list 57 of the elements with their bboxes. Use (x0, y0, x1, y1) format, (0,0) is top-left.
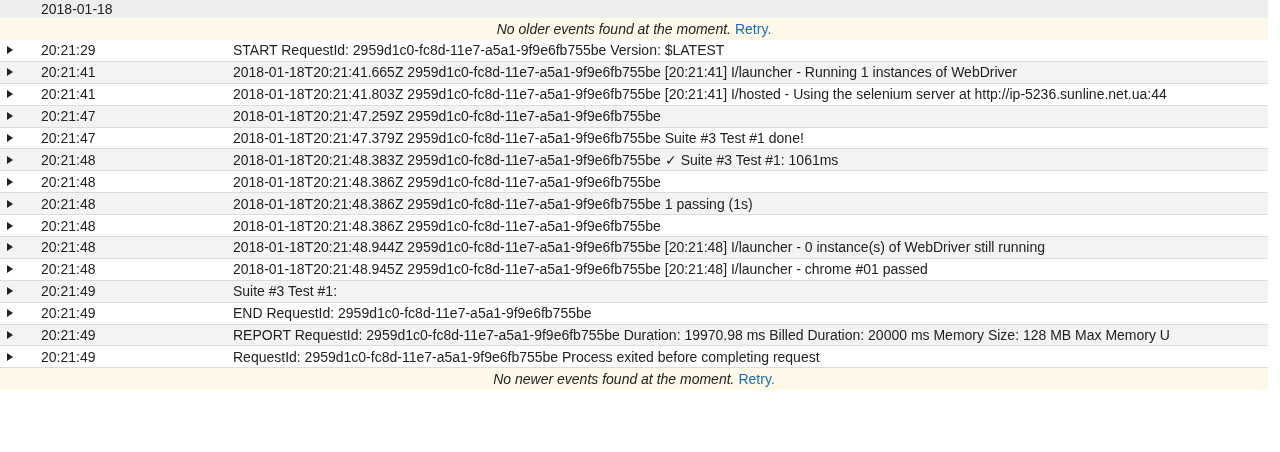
event-message: 2018-01-18T20:21:48.386Z 2959d1c0-fc8d-11e7-a5a1-9f9e6fb755be 1 passing (1s) (233, 195, 753, 212)
log-row[interactable]: 20:21:49 Suite #3 Test #1: (0, 280, 1268, 303)
event-message: 2018-01-18T20:21:48.386Z 2959d1c0-fc8d-11e7-a5a1-9f9e6fb755be (233, 217, 661, 234)
event-message: START RequestId: 2959d1c0-fc8d-11e7-a5a1-9f9e6fb755be Version: $LATEST (233, 42, 725, 59)
event-message: 2018-01-18T20:21:41.803Z 2959d1c0-fc8d-11e7-a5a1-9f9e6fb755be [20:21:41] I/hosted - Using the selenium server at http://ip-5236.sunline.net.ua:44 (233, 86, 1167, 103)
log-row[interactable]: 20:21:48 2018-01-18T20:21:48.386Z 2959d1c0-fc8d-11e7-a5a1-9f9e6fb755be 1 passing (1s) (0, 193, 1268, 216)
log-row[interactable]: 20:21:47 2018-01-18T20:21:47.259Z 2959d1c0-fc8d-11e7-a5a1-9f9e6fb755be (0, 105, 1268, 128)
event-time: 20:21:48 (41, 261, 97, 278)
retry-link[interactable]: Retry. (734, 21, 772, 37)
event-message: 2018-01-18T20:21:41.665Z 2959d1c0-fc8d-11e7-a5a1-9f9e6fb755be [20:21:41] I/launcher - Running 1 instances of WebDriver (233, 64, 1017, 81)
event-time: 20:21:48 (41, 195, 97, 212)
event-message: Suite #3 Test #1: (233, 283, 338, 300)
log-row[interactable]: 20:21:49 REPORT RequestId: 2959d1c0-fc8d-11e7-a5a1-9f9e6fb755be Duration: 19970.98 ms Billed Duration: 20000 ms Memory Size: 128 MB Max Memory U (0, 324, 1268, 347)
event-time: 20:21:48 (41, 217, 97, 234)
event-time: 20:21:49 (41, 283, 97, 300)
expand-caret-icon[interactable] (7, 155, 13, 164)
event-message: REPORT RequestId: 2959d1c0-fc8d-11e7-a5a1-9f9e6fb755be Duration: 19970.98 ms Billed Duration: 20000 ms Memory Size: 128 MB Max Memory U (233, 327, 1170, 343)
expand-caret-icon[interactable] (7, 68, 13, 77)
event-time: 20:21:49 (41, 327, 97, 343)
log-row[interactable]: 20:21:48 2018-01-18T20:21:48.383Z 2959d1c0-fc8d-11e7-a5a1-9f9e6fb755be ✓ Suite #3 Test #1: 1061ms (0, 149, 1268, 172)
date-label: 2018-01-18 (41, 1, 113, 17)
expand-caret-icon[interactable] (7, 134, 13, 142)
event-time: 20:21:47 (41, 108, 97, 125)
notice-text: No newer events found at the moment. (493, 371, 735, 388)
log-row[interactable]: 20:21:41 2018-01-18T20:21:41.665Z 2959d1c0-fc8d-11e7-a5a1-9f9e6fb755be [20:21:41] I/launcher - Running 1 instances of WebDriver (0, 61, 1268, 84)
log-row[interactable]: 20:21:48 2018-01-18T20:21:48.944Z 2959d1c0-fc8d-11e7-a5a1-9f9e6fb755be [20:21:48] I/launcher - 0 instance(s) of WebDriver still running (0, 237, 1268, 259)
event-time: 20:21:41 (41, 64, 97, 81)
expand-caret-icon[interactable] (7, 177, 13, 186)
expand-caret-icon[interactable] (7, 352, 13, 361)
event-message: RequestId: 2959d1c0-fc8d-11e7-a5a1-9f9e6fb755be Process exited before completing request (233, 348, 820, 365)
event-time: 20:21:41 (41, 86, 97, 103)
expand-caret-icon[interactable] (7, 331, 13, 339)
expand-caret-icon[interactable] (7, 243, 13, 252)
event-time: 20:21:49 (41, 305, 97, 322)
event-message: 2018-01-18T20:21:48.944Z 2959d1c0-fc8d-11e7-a5a1-9f9e6fb755be [20:21:48] I/launcher - 0 instance(s) of WebDriver still running (233, 239, 1045, 256)
event-message: 2018-01-18T20:21:47.379Z 2959d1c0-fc8d-11e7-a5a1-9f9e6fb755be Suite #3 Test #1 done! (233, 130, 804, 146)
event-message: 2018-01-18T20:21:47.259Z 2959d1c0-fc8d-11e7-a5a1-9f9e6fb755be (233, 108, 661, 125)
event-time: 20:21:29 (41, 42, 97, 59)
expand-caret-icon[interactable] (7, 265, 13, 274)
expand-caret-icon[interactable] (7, 90, 13, 99)
event-message: 2018-01-18T20:21:48.386Z 2959d1c0-fc8d-11e7-a5a1-9f9e6fb755be (233, 173, 661, 190)
event-time: 20:21:49 (41, 348, 97, 365)
event-time: 20:21:47 (41, 130, 97, 146)
expand-caret-icon[interactable] (7, 287, 13, 296)
event-message: 2018-01-18T20:21:48.383Z 2959d1c0-fc8d-11e7-a5a1-9f9e6fb755be ✓ Suite #3 Test #1: 1061ms (233, 151, 839, 168)
notice-text: No older events found at the moment. (496, 21, 731, 37)
event-time: 20:21:48 (41, 239, 97, 256)
event-message: END RequestId: 2959d1c0-fc8d-11e7-a5a1-9f9e6fb755be (233, 305, 592, 322)
expand-caret-icon[interactable] (7, 46, 13, 55)
expand-caret-icon[interactable] (7, 221, 13, 230)
event-time: 20:21:48 (41, 151, 97, 168)
event-time: 20:21:48 (41, 173, 97, 190)
expand-caret-icon[interactable] (7, 199, 13, 208)
retry-link[interactable]: Retry. (738, 371, 775, 388)
expand-caret-icon[interactable] (7, 309, 13, 318)
expand-caret-icon[interactable] (7, 112, 13, 121)
event-message: 2018-01-18T20:21:48.945Z 2959d1c0-fc8d-11e7-a5a1-9f9e6fb755be [20:21:48] I/launcher - chrome #01 passed (233, 261, 928, 278)
